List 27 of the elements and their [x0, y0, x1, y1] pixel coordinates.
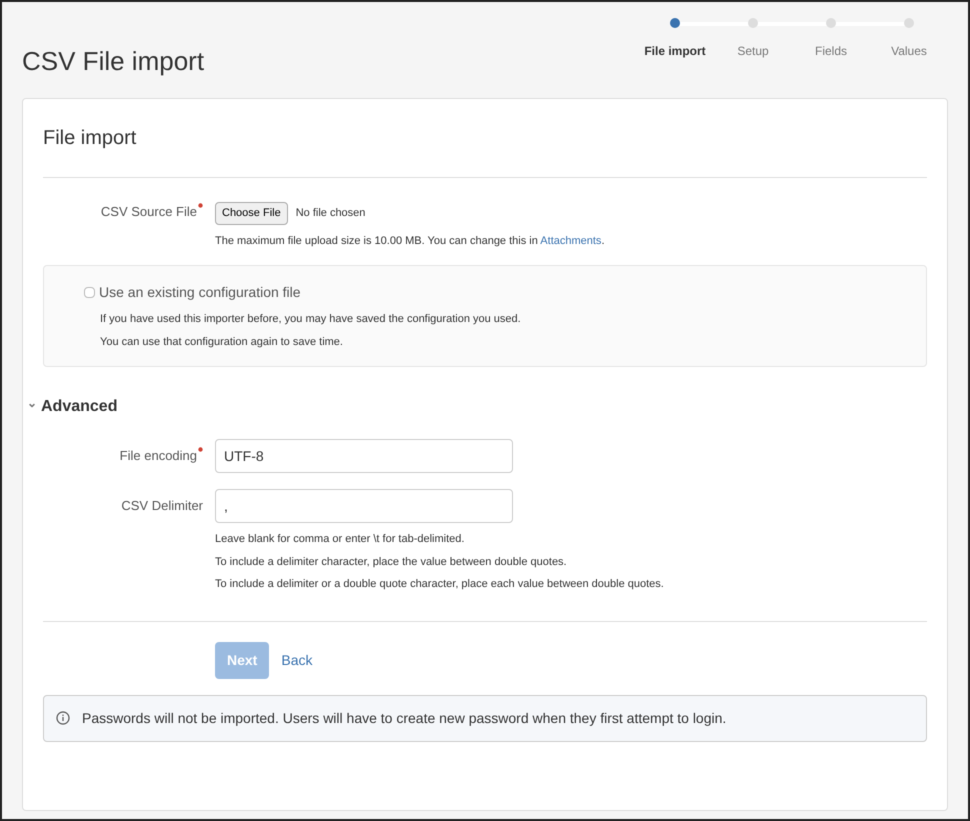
advanced-toggle[interactable]: ⌄ Advanced [27, 395, 927, 419]
delimiter-help-text: Leave blank for comma or enter \t for tab-delimited. [215, 532, 466, 547]
checkbox-label: Use an existing configuration file [99, 283, 301, 302]
back-link[interactable]: Back [281, 650, 312, 670]
text-field[interactable]: UTF-8 [215, 439, 513, 473]
file-status: No file chosen [296, 206, 366, 221]
choose-file-button[interactable]: Choose File [215, 202, 288, 224]
chevron-icon: ⌄ [27, 394, 37, 412]
step-label[interactable]: Fields [814, 42, 847, 60]
delimiter-help-text: To include a delimiter character, place the value between double quotes. [215, 554, 568, 570]
upload-help-text: The maximum file upload size is 10.00 MB. You can change this in Attachments. [215, 234, 604, 248]
field-label: File encoding [120, 447, 197, 466]
config-help-text: If you have used this importer before, you may have saved the configuration you used. [100, 312, 522, 327]
attachments-link[interactable]: Attachments [540, 234, 602, 246]
info-icon [56, 711, 70, 725]
field-label: CSV Source File [100, 203, 197, 221]
page-title: CSV File import [22, 45, 204, 78]
step-label[interactable]: File import [644, 42, 706, 60]
config-checkbox[interactable] [84, 287, 95, 298]
card-title: File import [43, 99, 927, 178]
notice-text: Passwords will not be imported. Users will have to create new password when they first attempt to login. [82, 708, 726, 728]
step-label[interactable]: Values [891, 42, 927, 60]
text-field[interactable]: , [215, 489, 513, 523]
delimiter-help-text: To include a delimiter or a double quote character, place each value between double quotes. [215, 577, 665, 592]
step-label[interactable]: Setup [737, 42, 769, 60]
field-label: CSV Delimiter [121, 497, 203, 516]
config-help-text: You can use that configuration again to save time. [100, 334, 344, 350]
